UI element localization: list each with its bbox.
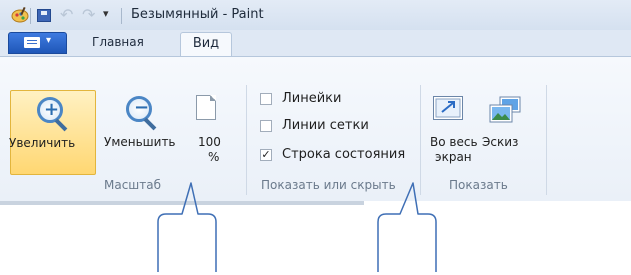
callout-statusbar-group [377,182,437,272]
callout-zoom-group [157,182,217,272]
callout-overlay [157,182,437,272]
